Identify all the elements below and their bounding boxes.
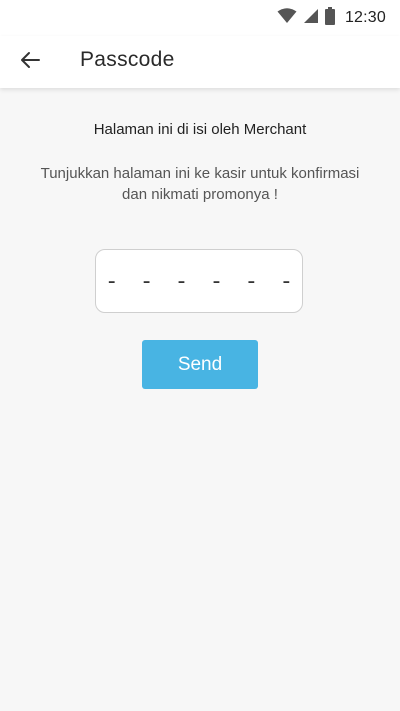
passcode-placeholder: - - - - - - — [107, 268, 301, 294]
send-button-label: Send — [177, 353, 223, 375]
arrow-left-icon — [20, 51, 40, 74]
status-bar: 12:30 — [0, 0, 400, 36]
wifi-icon — [277, 7, 297, 29]
send-button[interactable]: Send — [142, 340, 258, 389]
page-title: Passcode — [80, 48, 175, 71]
passcode-input[interactable]: - - - - - - — [95, 249, 303, 313]
battery-icon — [324, 6, 335, 30]
instruction-text: Tunjukkan halaman ini ke kasir untuk kon… — [40, 165, 360, 203]
app-bar: Passcode — [0, 36, 400, 88]
status-time: 12:30 — [344, 9, 386, 26]
cell-signal-icon — [303, 8, 319, 29]
merchant-heading: Halaman ini di isi oleh Merchant — [93, 121, 307, 138]
back-button[interactable] — [14, 46, 46, 78]
status-icons: 12:30 — [277, 6, 386, 30]
